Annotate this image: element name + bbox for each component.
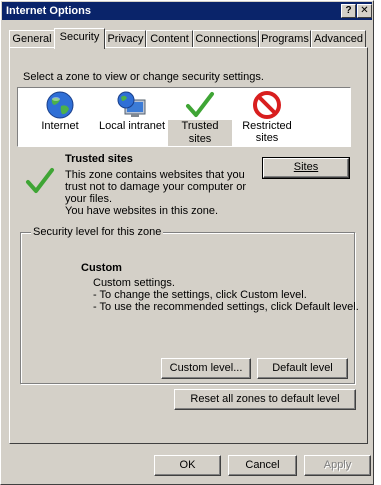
prohibited-icon bbox=[253, 91, 281, 119]
apply-button[interactable]: Apply bbox=[304, 455, 371, 476]
sites-button[interactable]: Sites bbox=[262, 157, 350, 179]
title-bar[interactable]: Internet Options ? ✕ bbox=[2, 2, 372, 20]
sites-button-label: Sites bbox=[293, 161, 319, 173]
level-desc-line: - To change the settings, click Custom l… bbox=[93, 289, 307, 301]
internet-options-dialog: Internet Options ? ✕ General Security Pr… bbox=[0, 0, 374, 485]
tab-privacy[interactable]: Privacy bbox=[105, 30, 146, 48]
zone-info-title: Trusted sites bbox=[65, 153, 133, 165]
zone-restricted-sites[interactable]: Restricted sites bbox=[236, 88, 298, 144]
level-desc-line: - To use the recommended settings, click… bbox=[93, 301, 359, 313]
monitor-globe-icon bbox=[117, 91, 146, 117]
ok-button[interactable]: OK bbox=[154, 455, 221, 476]
tab-content[interactable]: Content bbox=[146, 30, 193, 48]
zone-trusted-sites[interactable]: Trusted sites bbox=[168, 88, 232, 146]
tab-general[interactable]: General bbox=[9, 30, 55, 48]
zone-label: Local intranet bbox=[98, 120, 166, 132]
zone-prompt: Select a zone to view or change security… bbox=[23, 71, 264, 83]
custom-level-button[interactable]: Custom level... bbox=[161, 358, 251, 379]
zone-desc-line: This zone contains websites that you bbox=[65, 169, 245, 181]
zone-desc-line: your files. bbox=[65, 193, 113, 205]
zone-info-description: This zone contains websites that you tru… bbox=[65, 169, 246, 217]
tab-advanced[interactable]: Advanced bbox=[311, 30, 366, 48]
reset-all-zones-button[interactable]: Reset all zones to default level bbox=[174, 389, 356, 410]
tab-connections[interactable]: Connections bbox=[193, 30, 259, 48]
security-level-group-title: Security level for this zone bbox=[31, 226, 164, 238]
zone-desc-line: You have websites in this zone. bbox=[65, 205, 219, 217]
zone-internet[interactable]: Internet bbox=[32, 88, 88, 133]
globe-icon bbox=[46, 91, 74, 119]
tab-security[interactable]: Security bbox=[54, 28, 105, 49]
security-level-description: Custom settings. - To change the setting… bbox=[93, 277, 359, 313]
zone-label: Trusted sites bbox=[168, 120, 232, 146]
trusted-sites-checkmark-icon bbox=[26, 168, 54, 193]
default-level-button[interactable]: Default level bbox=[257, 358, 348, 379]
zone-local-intranet[interactable]: Local intranet bbox=[94, 88, 170, 133]
level-desc-line: Custom settings. bbox=[93, 277, 175, 289]
close-button[interactable]: ✕ bbox=[357, 4, 372, 18]
zone-label: Restricted sites bbox=[242, 120, 292, 144]
security-level-name: Custom bbox=[81, 262, 122, 274]
tab-programs[interactable]: Programs bbox=[259, 30, 311, 48]
zone-desc-line: trust not to damage your computer or bbox=[65, 181, 246, 193]
zone-list: Internet Local intranet Trusted sites Re… bbox=[17, 87, 351, 147]
checkmark-icon bbox=[186, 92, 214, 117]
help-button[interactable]: ? bbox=[341, 4, 356, 18]
zone-label: Internet bbox=[41, 120, 79, 132]
window-title: Internet Options bbox=[6, 5, 91, 17]
tab-strip: General Security Privacy Content Connect… bbox=[9, 28, 369, 49]
cancel-button[interactable]: Cancel bbox=[228, 455, 297, 476]
